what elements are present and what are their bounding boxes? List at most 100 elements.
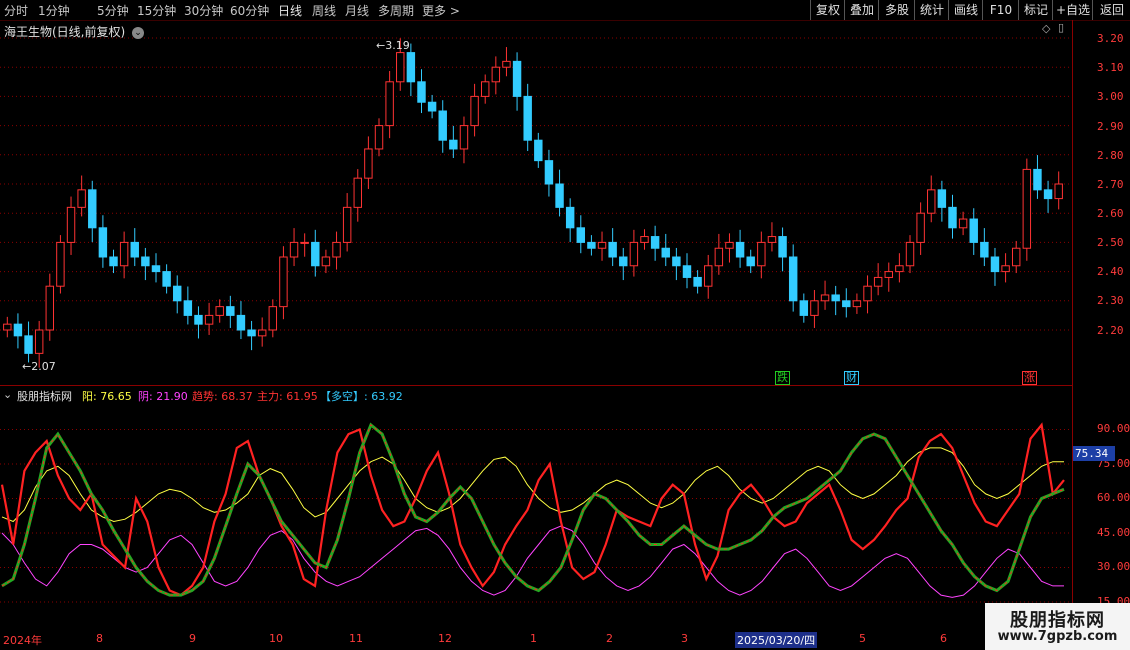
time-label: 5 bbox=[859, 632, 866, 645]
indicator-tick: 60.00 bbox=[1097, 491, 1130, 504]
price-tick: 3.10 bbox=[1097, 61, 1124, 74]
candle-down bbox=[619, 256, 628, 267]
time-label: 3 bbox=[681, 632, 688, 645]
candle-down bbox=[311, 241, 320, 267]
title-dropdown-icon[interactable]: ⌄ bbox=[132, 26, 145, 39]
candle-down bbox=[226, 306, 235, 316]
candle-down bbox=[735, 241, 745, 258]
candle-down bbox=[512, 60, 522, 97]
candle-down bbox=[799, 300, 809, 316]
price-tick: 2.50 bbox=[1097, 236, 1124, 249]
candle-up bbox=[66, 206, 76, 243]
time-label: 1 bbox=[530, 632, 537, 645]
candle-down bbox=[162, 271, 171, 287]
indicator-trend: 趋势: 68.37 bbox=[192, 390, 253, 403]
candle-up bbox=[757, 241, 766, 267]
candle-down bbox=[151, 265, 161, 273]
candle-down bbox=[937, 189, 947, 208]
candle-down bbox=[682, 265, 692, 278]
candle-up bbox=[1054, 183, 1063, 200]
price-tick: 2.90 bbox=[1097, 120, 1124, 133]
price-tick: 2.40 bbox=[1097, 265, 1124, 278]
candle-down bbox=[672, 256, 681, 267]
candle-up bbox=[279, 256, 288, 308]
indicator-line-yang bbox=[1, 447, 1064, 523]
candle-down bbox=[13, 323, 23, 337]
time-label: 9 bbox=[189, 632, 196, 645]
candle-down bbox=[183, 300, 193, 316]
candle-down bbox=[438, 110, 447, 141]
time-label: 10 bbox=[269, 632, 283, 645]
indicator-main: 主力: 61.95 bbox=[257, 390, 318, 403]
candle-down bbox=[24, 335, 33, 354]
candle-up bbox=[863, 285, 872, 302]
candle-down bbox=[587, 241, 596, 249]
time-label: 8 bbox=[96, 632, 103, 645]
candle-up bbox=[1011, 247, 1021, 267]
candle-up bbox=[767, 236, 777, 243]
candle-up bbox=[704, 265, 713, 287]
current-value-tag: 75.34 bbox=[1073, 446, 1115, 461]
candle-down bbox=[693, 276, 702, 287]
stock-title: 海王生物(日线,前复权) bbox=[4, 25, 126, 39]
candle-down bbox=[650, 236, 660, 249]
candle-up bbox=[215, 306, 224, 316]
price-tick: 2.70 bbox=[1097, 178, 1124, 191]
candle-up bbox=[884, 271, 893, 278]
candle-down bbox=[555, 183, 564, 208]
candle-down bbox=[1033, 168, 1042, 191]
candle-down bbox=[948, 206, 957, 229]
candle-down bbox=[969, 218, 978, 243]
candle-down bbox=[778, 236, 787, 258]
candle-up bbox=[45, 285, 55, 331]
event-marker-rise[interactable]: 涨 bbox=[1022, 371, 1037, 385]
candle-down bbox=[427, 101, 437, 112]
candle-up bbox=[905, 241, 915, 267]
panel-settings-icon[interactable]: ◇ bbox=[1042, 22, 1050, 35]
price-tick: 3.00 bbox=[1097, 90, 1124, 103]
candle-down bbox=[523, 95, 532, 141]
candle-up bbox=[268, 306, 278, 331]
panel-menu-icon[interactable]: ▯ bbox=[1058, 21, 1064, 34]
time-label: 2 bbox=[606, 632, 613, 645]
indicator-tick: 30.00 bbox=[1097, 560, 1130, 573]
candle-down bbox=[842, 300, 851, 308]
event-marker-finance[interactable]: 财 bbox=[844, 371, 859, 385]
candle-down bbox=[130, 241, 139, 258]
price-tick: 2.80 bbox=[1097, 149, 1124, 162]
candle-down bbox=[406, 52, 416, 83]
candle-up bbox=[895, 265, 904, 273]
candle-down bbox=[746, 256, 755, 267]
price-tick: 2.20 bbox=[1097, 324, 1124, 337]
indicator-line-main bbox=[1, 422, 1065, 597]
site-watermark: 股朋指标网 www.7gpzb.com bbox=[985, 603, 1130, 650]
candle-up bbox=[502, 60, 511, 68]
candle-up bbox=[374, 125, 384, 150]
indicator-dropdown-icon[interactable]: ⌄ bbox=[3, 388, 12, 401]
candle-up bbox=[491, 66, 501, 83]
indicator-tick: 90.00 bbox=[1097, 422, 1130, 435]
candle-down bbox=[141, 256, 150, 267]
candle-down bbox=[417, 81, 426, 103]
candle-down bbox=[565, 206, 575, 229]
candle-down bbox=[980, 241, 989, 258]
candle-up bbox=[257, 329, 267, 337]
candle-up bbox=[1022, 168, 1032, 249]
candle-up bbox=[597, 241, 607, 249]
candle-up bbox=[300, 241, 309, 244]
candle-up bbox=[629, 241, 639, 267]
price-panel-title: 海王生物(日线,前复权) ⌄ bbox=[4, 23, 145, 40]
price-tick: 2.30 bbox=[1097, 294, 1124, 307]
candle-up bbox=[640, 236, 649, 243]
candle-down bbox=[544, 160, 554, 185]
candle-down bbox=[576, 227, 586, 243]
event-marker-fall[interactable]: 跌 bbox=[775, 371, 790, 385]
candle-up bbox=[396, 52, 405, 83]
candle-up bbox=[820, 294, 830, 302]
watermark-url: www.7gpzb.com bbox=[997, 629, 1118, 644]
candle-up bbox=[321, 256, 331, 267]
indicator-line-main-overlay bbox=[1, 424, 1065, 596]
price-tick: 3.20 bbox=[1097, 32, 1124, 45]
candle-up bbox=[364, 148, 373, 179]
indicator-name: 股朋指标网 bbox=[17, 390, 72, 403]
